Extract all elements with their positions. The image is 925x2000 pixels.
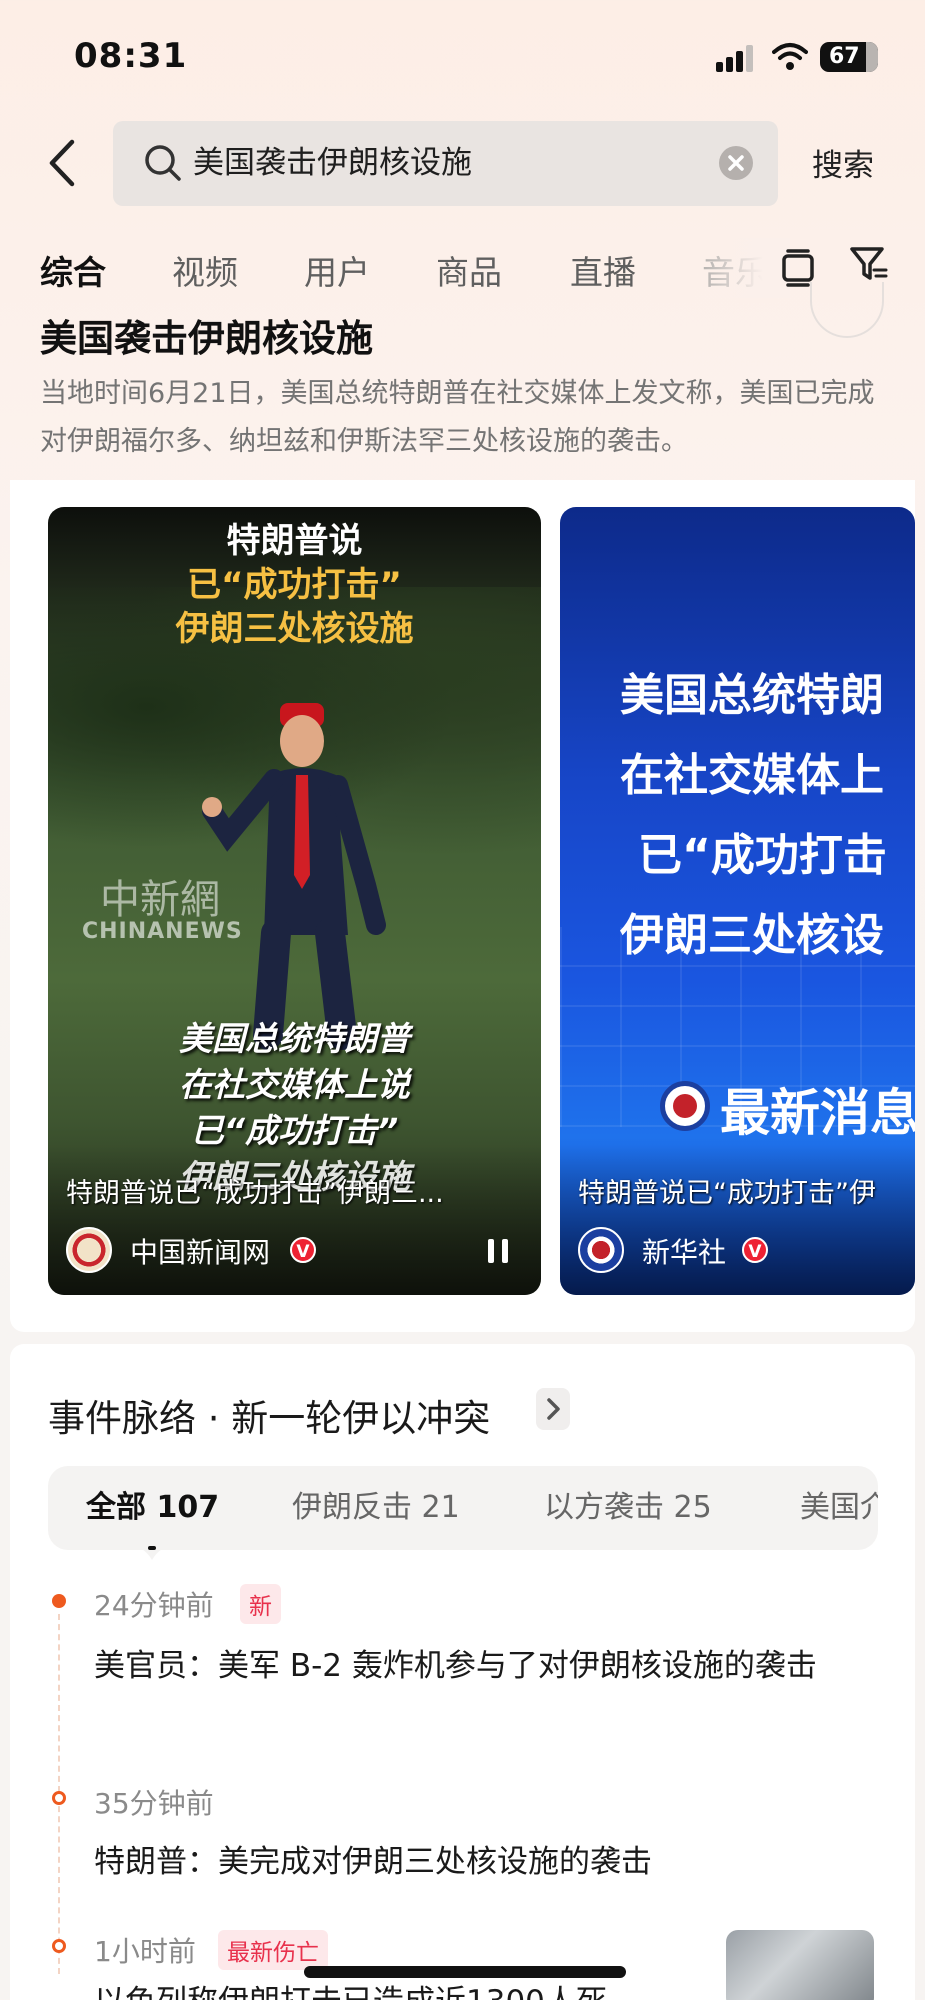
timeline-time: 35分钟前 xyxy=(94,1787,214,1820)
tab-fade xyxy=(700,238,790,298)
timeline-dot xyxy=(52,1939,66,1953)
source-avatar[interactable] xyxy=(578,1227,624,1273)
source-name[interactable]: 新华社 xyxy=(642,1231,726,1271)
timeline-item-text[interactable]: 特朗普：美完成对伊朗三处核设施的袭击 xyxy=(94,1836,884,1888)
verified-badge-icon: V xyxy=(742,1237,768,1263)
watermark-logo: 中新網 xyxy=(100,877,220,923)
card-gradient xyxy=(560,1145,915,1295)
card-headline: 伊朗三处核设施 xyxy=(175,609,414,649)
clear-icon[interactable] xyxy=(719,146,753,180)
video-card[interactable]: 美国总统特朗 在社交媒体上 已“成功打击 伊朗三处核设 最新消息 特朗普说已“成… xyxy=(560,507,915,1295)
card-subtitle: 在社交媒体上说 xyxy=(179,1065,410,1104)
person-figure xyxy=(198,675,498,1059)
home-indicator[interactable] xyxy=(304,1966,626,1978)
tab-all[interactable]: 综合 xyxy=(40,246,106,294)
status-time: 08:31 xyxy=(74,36,188,76)
timeline-filter-bar: 全部 107 伊朗反击 21 以方袭击 25 美国介入 xyxy=(48,1466,878,1550)
pause-icon[interactable] xyxy=(484,1237,512,1269)
timeline-title[interactable]: 事件脉络 · 新一轮伊以冲突 xyxy=(48,1388,490,1442)
search-icon xyxy=(143,143,183,187)
source-name[interactable]: 中国新闻网 xyxy=(130,1231,270,1271)
verified-badge-icon: V xyxy=(290,1237,316,1263)
timeline-time: 24分钟前 xyxy=(94,1589,214,1622)
back-button[interactable] xyxy=(42,136,86,190)
source-avatar[interactable] xyxy=(66,1227,112,1273)
timeline-thumbnail[interactable] xyxy=(726,1930,874,2000)
card-logo-text: 最新消息 xyxy=(720,1083,915,1142)
video-card[interactable]: 特朗普说 已“成功打击” 伊朗三处核设施 中新網 CHINANEWS 美国总统特… xyxy=(48,507,541,1295)
card-caption: 特朗普说已“成功打击”伊 xyxy=(578,1178,876,1209)
search-input[interactable]: 美国袭击伊朗核设施 xyxy=(193,121,693,206)
xinhua-seal-icon xyxy=(660,1081,710,1131)
filter-us-involvement[interactable]: 美国介入 xyxy=(800,1466,878,1550)
timeline-item-text[interactable]: 以色列称伊朗打击已造成近1300人死 xyxy=(94,1976,694,2000)
card-headline: 伊朗三处核设 xyxy=(620,910,884,961)
filter-israel-attack[interactable]: 以方袭击 25 xyxy=(544,1466,712,1550)
timeline-item-text[interactable]: 美官员：美军 B-2 轰炸机参与了对伊朗核设施的袭击 xyxy=(94,1640,884,1692)
search-button[interactable]: 搜索 xyxy=(812,140,874,185)
card-caption: 特朗普说已“成功打击”伊朗三... xyxy=(66,1178,444,1209)
casualty-badge: 最新伤亡 xyxy=(218,1930,328,1970)
filter-iran-counterattack[interactable]: 伊朗反击 21 xyxy=(292,1466,460,1550)
timeline-time: 1小时前 xyxy=(94,1935,196,1968)
battery-icon: 67 xyxy=(820,42,878,72)
tab-live[interactable]: 直播 xyxy=(570,246,636,294)
filter-all[interactable]: 全部 107 xyxy=(86,1466,219,1550)
topic-title: 美国袭击伊朗核设施 xyxy=(40,317,373,360)
card-headline: 已“成功打击” xyxy=(187,565,402,605)
search-box[interactable]: 美国袭击伊朗核设施 xyxy=(113,121,778,206)
topic-follow-button[interactable] xyxy=(810,282,884,338)
topic-description: 当地时间6月21日，美国总统特朗普在社交媒体上发文称，美国已完成对伊朗福尔多、纳… xyxy=(40,378,875,457)
filter-indicator xyxy=(130,1546,174,1564)
tab-products[interactable]: 商品 xyxy=(436,246,502,294)
cellular-signal-icon xyxy=(716,44,756,72)
card-subtitle: 美国总统特朗普 xyxy=(179,1019,410,1058)
tab-video[interactable]: 视频 xyxy=(172,246,238,294)
tab-users[interactable]: 用户 xyxy=(304,246,370,294)
wifi-icon xyxy=(772,42,808,76)
watermark-text: CHINANEWS xyxy=(82,919,243,944)
card-headline: 特朗普说 xyxy=(226,521,363,561)
chevron-right-icon[interactable] xyxy=(536,1388,570,1430)
card-headline: 在社交媒体上 xyxy=(620,750,884,801)
timeline-dot xyxy=(52,1791,66,1805)
timeline-dot xyxy=(52,1594,66,1608)
card-headline: 已“成功打击 xyxy=(638,830,887,881)
card-headline: 美国总统特朗 xyxy=(620,670,884,721)
new-badge: 新 xyxy=(240,1584,281,1624)
